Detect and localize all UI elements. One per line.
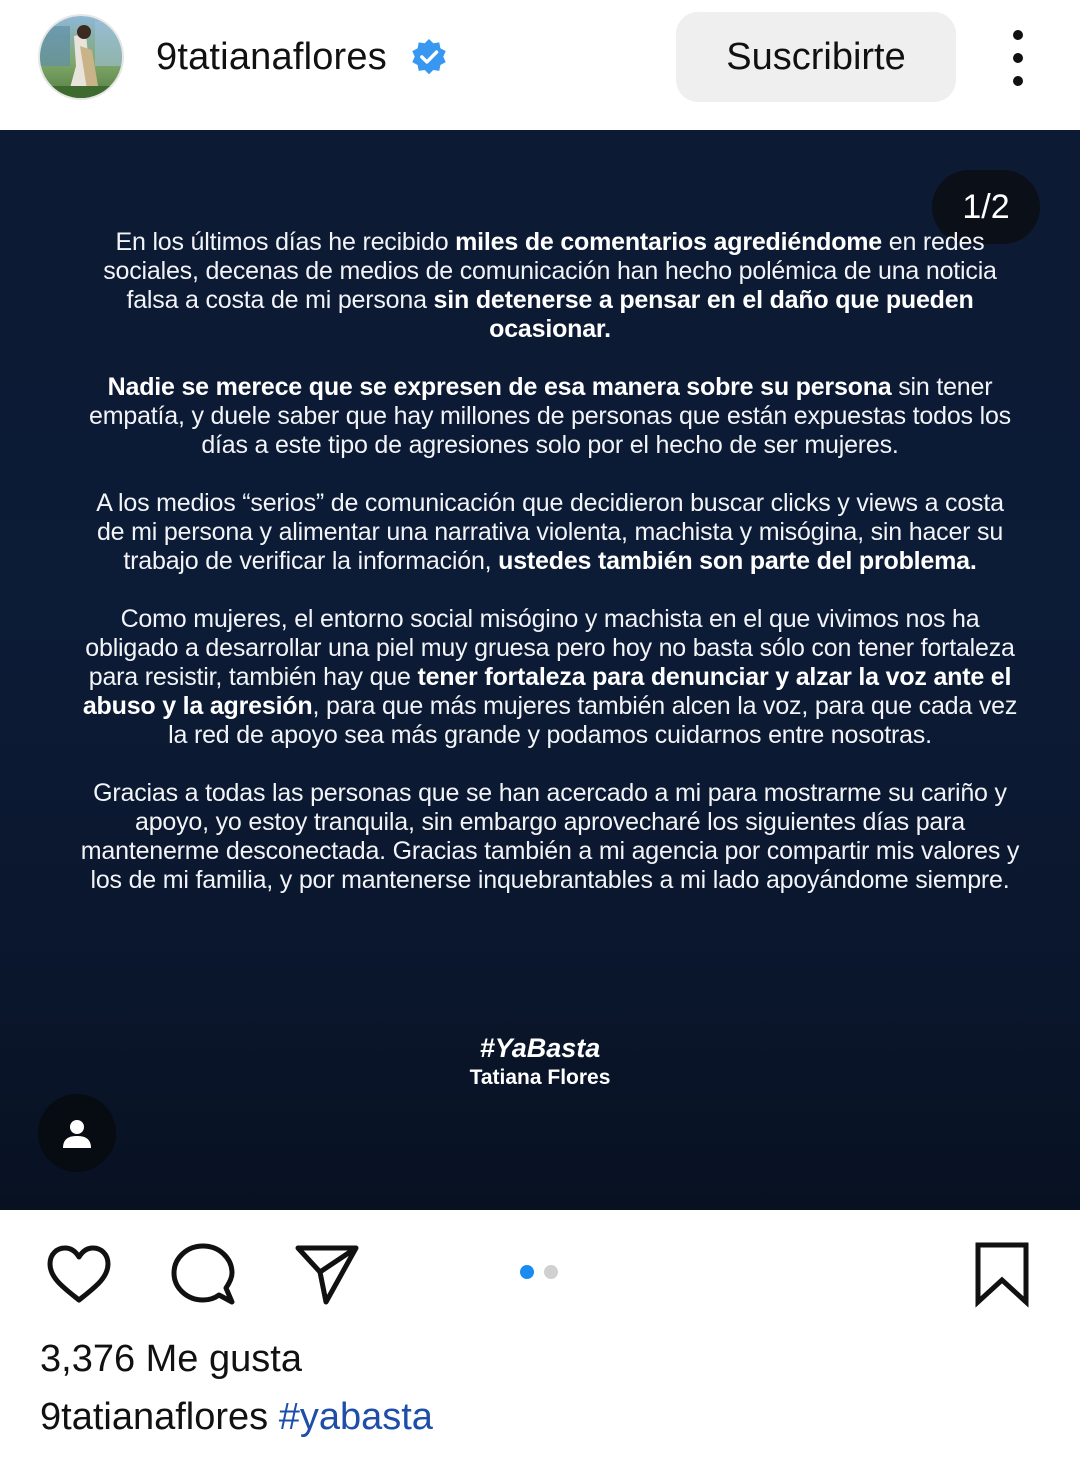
person-icon — [63, 1120, 91, 1148]
profile-avatar[interactable] — [38, 14, 124, 100]
statement-paragraph: Gracias a todas las personas que se han … — [80, 779, 1020, 895]
post-image[interactable]: 1/2 En los últimos días he recibido mile… — [0, 130, 1080, 1210]
heart-icon[interactable] — [44, 1240, 114, 1310]
carousel-dot-active — [520, 1265, 534, 1279]
statement-paragraph: Nadie se merece que se expresen de esa m… — [80, 373, 1020, 460]
post-header: 9tatianaflores Suscribirte — [0, 0, 1080, 130]
more-dot — [1013, 30, 1023, 40]
statement-text-segment: En los últimos días he recibido — [115, 228, 456, 256]
header-username[interactable]: 9tatianaflores — [156, 34, 387, 80]
statement-text-segment: Gracias a todas las personas que se han … — [80, 779, 1020, 894]
likes-count[interactable]: 3,376 Me gusta — [40, 1338, 302, 1381]
subscribe-button[interactable]: Suscribirte — [676, 12, 956, 102]
carousel-indicator — [520, 1265, 558, 1279]
post-actions — [0, 1210, 1080, 1330]
send-icon[interactable] — [292, 1240, 362, 1310]
statement-bold-text: sin detenerse a pensar en el daño que pu… — [433, 286, 974, 343]
more-dot — [1013, 53, 1023, 63]
verified-badge-icon — [412, 38, 446, 75]
statement-bold-text: Nadie se merece que se expresen de esa m… — [107, 373, 892, 401]
statement-hashtag: #YaBasta — [479, 1033, 601, 1063]
statement-bold-text: ustedes también son parte del problema. — [498, 547, 977, 575]
statement-paragraph: En los últimos días he recibido miles de… — [80, 228, 1020, 344]
caption-hashtag[interactable]: #yabasta — [279, 1396, 433, 1438]
caption-username[interactable]: 9tatianaflores — [40, 1396, 268, 1438]
person-tag-icon[interactable] — [38, 1094, 116, 1172]
avatar-image — [40, 16, 122, 98]
more-options-icon[interactable] — [996, 30, 1040, 86]
post-caption: 9tatianaflores #yabasta — [40, 1396, 433, 1439]
bookmark-icon[interactable] — [968, 1240, 1038, 1310]
carousel-dot — [544, 1265, 558, 1279]
statement-signature: Tatiana Flores — [469, 1066, 611, 1089]
more-dot — [1013, 76, 1023, 86]
comment-icon[interactable] — [168, 1240, 238, 1310]
statement-paragraph: A los medios “serios” de comunicación qu… — [80, 489, 1020, 576]
statement-bold-text: miles de comentarios agrediéndome — [455, 228, 883, 256]
statement-text: En los últimos días he recibido miles de… — [80, 228, 1020, 924]
statement-paragraph: Como mujeres, el entorno social misógino… — [80, 605, 1020, 750]
